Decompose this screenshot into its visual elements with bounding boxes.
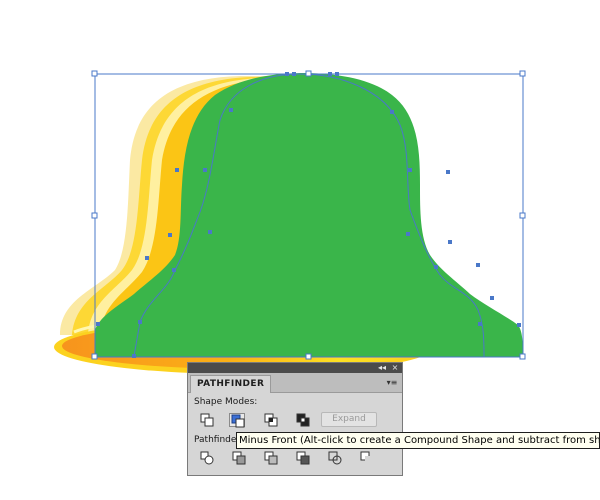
unite-button[interactable] [199, 413, 215, 427]
trim-button[interactable] [231, 451, 247, 465]
divide-button[interactable] [199, 451, 215, 465]
trim-icon [232, 451, 246, 465]
outline-button[interactable] [327, 451, 343, 465]
exclude-button[interactable] [295, 413, 311, 427]
intersect-icon [264, 413, 278, 427]
merge-icon [264, 451, 278, 465]
minus-back-button[interactable] [359, 451, 375, 465]
minus-front-button[interactable] [229, 413, 245, 428]
panel-menu-icon[interactable]: ▾≡ [386, 377, 398, 388]
panel-title-bar[interactable]: ◂◂ × [188, 363, 402, 373]
minus-front-icon [231, 414, 245, 428]
divide-icon [200, 451, 214, 465]
shape-modes-label: Shape Modes: [194, 397, 258, 407]
handle-top-center [305, 70, 312, 77]
merge-button[interactable] [263, 451, 279, 465]
minus-back-icon [360, 451, 371, 462]
handle-bottom-center [305, 353, 312, 360]
crop-button[interactable] [295, 451, 311, 465]
crop-icon [296, 451, 310, 465]
pathfinder-panel: ◂◂ × PATHFINDER ▾≡ Shape Modes: Expand P… [187, 362, 403, 476]
handle-top-left [91, 70, 98, 77]
close-panel-icon[interactable]: × [390, 363, 400, 373]
handle-middle-right [519, 212, 526, 219]
tooltip: Minus Front (Alt-click to create a Compo… [236, 432, 600, 449]
handle-top-right [519, 70, 526, 77]
exclude-icon [296, 413, 310, 427]
collapse-panel-icon[interactable]: ◂◂ [376, 363, 388, 373]
outline-icon [328, 451, 342, 465]
unite-icon [200, 413, 214, 427]
handle-bottom-left [91, 353, 98, 360]
panel-tab-row: PATHFINDER ▾≡ [188, 373, 402, 393]
intersect-button[interactable] [263, 413, 279, 427]
pathfinders-label: Pathfinde [194, 435, 237, 445]
tab-pathfinder[interactable]: PATHFINDER [190, 375, 272, 393]
handle-middle-left [91, 212, 98, 219]
expand-button[interactable]: Expand [321, 412, 377, 427]
handle-bottom-right [519, 353, 526, 360]
